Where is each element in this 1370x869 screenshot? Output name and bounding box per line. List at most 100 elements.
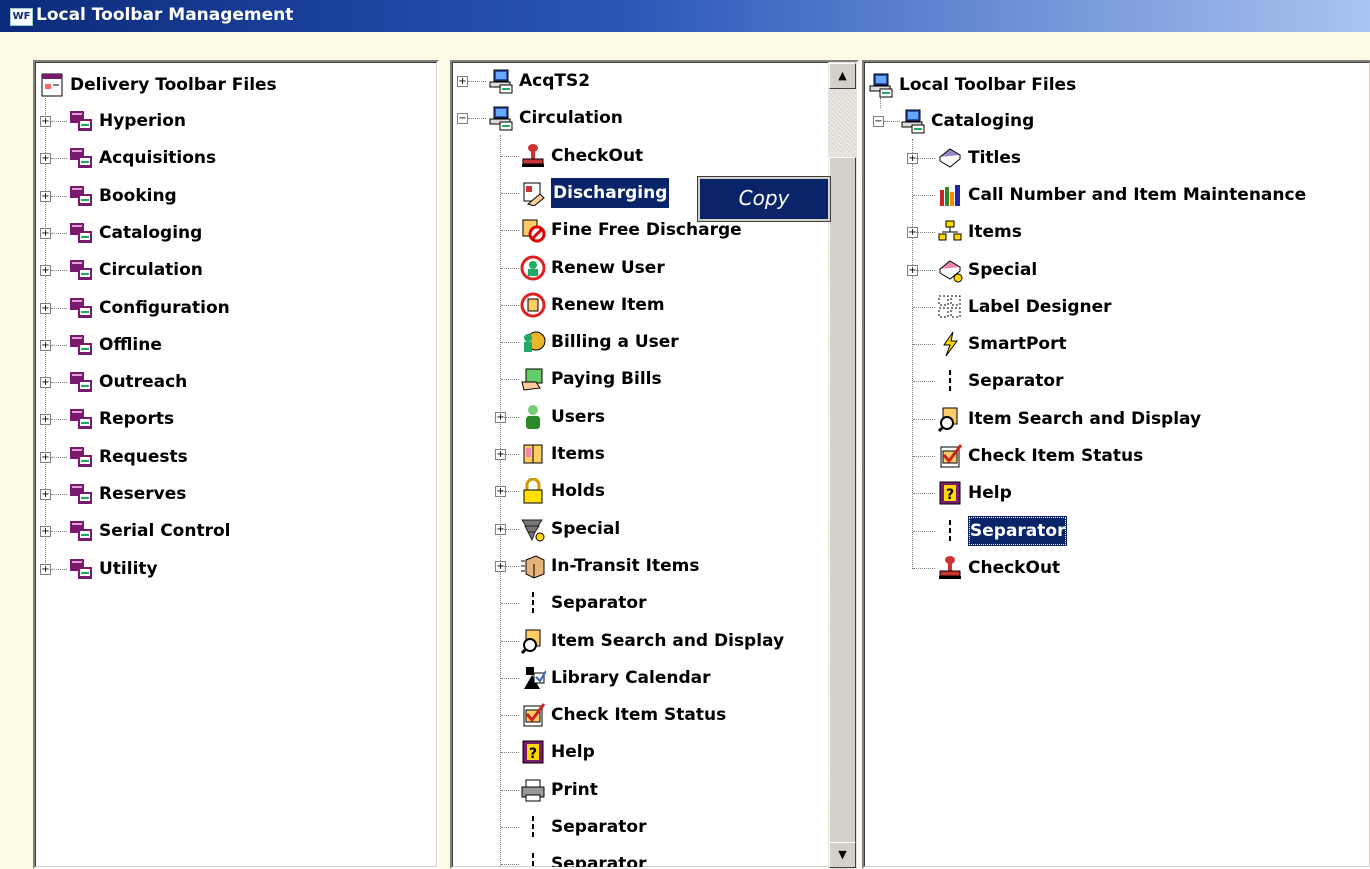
tree-root-delivery[interactable]: Delivery Toolbar Files [35, 68, 437, 102]
tree-item-special[interactable]: + Special [864, 253, 1370, 287]
delivery-root-icon [39, 72, 65, 98]
tree-item-delivery[interactable]: + Hyperion [35, 104, 437, 138]
tree-item-delivery[interactable]: + Offline [35, 328, 437, 362]
tree-item-print[interactable]: Print [452, 773, 857, 807]
toolbar-folder-icon [68, 332, 94, 358]
expand-toggle-icon[interactable]: − [873, 116, 884, 127]
tree-item-label: Cataloging [99, 223, 203, 243]
tree-item-label: Special [551, 519, 621, 539]
tree-item-label: CheckOut [551, 146, 644, 166]
tree-item-library-calendar[interactable]: Library Calendar [452, 661, 857, 695]
tree-item-delivery[interactable]: + Acquisitions [35, 141, 437, 175]
expand-toggle-icon[interactable]: + [40, 414, 51, 425]
local-toolbar-files-panel[interactable]: Local Toolbar Files − Cataloging + Titles Cal… [862, 60, 1370, 869]
tree-connector [51, 158, 67, 159]
tree-item-delivery[interactable]: + Requests [35, 440, 437, 474]
tree-connector [501, 491, 519, 492]
tree-item-check-item-status[interactable]: Check Item Status [452, 698, 857, 732]
scroll-thumb[interactable] [829, 157, 856, 855]
tree-connector [51, 569, 67, 570]
expand-toggle-icon[interactable]: + [457, 76, 468, 87]
toolbar-folder-icon [68, 406, 94, 432]
tree-item-delivery[interactable]: + Serial Control [35, 514, 437, 548]
tree-item-delivery[interactable]: + Cataloging [35, 216, 437, 250]
context-menu-copy[interactable]: Copy [739, 186, 790, 210]
expand-toggle-icon[interactable]: − [457, 113, 468, 124]
tree-item-label: Help [968, 483, 1012, 503]
tree-item-call-number-and-item-maintenance[interactable]: Call Number and Item Maintenance [864, 178, 1370, 212]
tree-item-label: Cataloging [931, 111, 1035, 131]
tree-item-separator[interactable]: Separator [864, 364, 1370, 398]
tree-connector [501, 752, 519, 753]
tree-item-item-search-and-display[interactable]: Item Search and Display [864, 402, 1370, 436]
tree-item-separator[interactable]: Separator [452, 847, 857, 869]
expand-toggle-icon[interactable]: + [40, 153, 51, 164]
tree-item-items[interactable]: + Items [452, 437, 857, 471]
tree-item-label: Call Number and Item Maintenance [968, 185, 1307, 205]
tree-connector [501, 678, 519, 679]
tree-item-users[interactable]: + Users [452, 400, 857, 434]
tree-item-checkout[interactable]: CheckOut [452, 139, 857, 173]
tree-item-renew-item[interactable]: Renew Item [452, 288, 857, 322]
tree-item-separator[interactable]: Separator [452, 810, 857, 844]
tree-connector [51, 233, 67, 234]
tree-item-check-item-status[interactable]: Check Item Status [864, 439, 1370, 473]
expand-toggle-icon[interactable]: + [40, 303, 51, 314]
tree-item-separator[interactable]: Separator [864, 514, 1370, 548]
tree-connector [913, 232, 935, 233]
renew-user-icon [520, 255, 546, 281]
tree-item-delivery[interactable]: + Circulation [35, 253, 437, 287]
tree-connector [501, 529, 519, 530]
tree-item-holds[interactable]: + Holds [452, 474, 857, 508]
middle-scrollbar[interactable]: ▲ ▼ [828, 62, 857, 869]
tree-item-delivery[interactable]: + Utility [35, 552, 437, 586]
tree-connector [501, 230, 519, 231]
scroll-down-button[interactable]: ▼ [829, 842, 856, 868]
context-menu[interactable]: Copy [697, 176, 831, 222]
tree-item-item-search-and-display[interactable]: Item Search and Display [452, 624, 857, 658]
expand-toggle-icon[interactable]: + [40, 489, 51, 500]
tree-item-delivery[interactable]: + Booking [35, 179, 437, 213]
tree-item-titles[interactable]: + Titles [864, 141, 1370, 175]
tree-item-smartport[interactable]: SmartPort [864, 327, 1370, 361]
expand-toggle-icon[interactable]: + [40, 564, 51, 575]
tree-item-billing-a-user[interactable]: Billing a User [452, 325, 857, 359]
smartport-lightning-icon [937, 331, 963, 357]
tree-item-items[interactable]: + Items [864, 215, 1370, 249]
expand-toggle-icon[interactable]: + [40, 191, 51, 202]
tree-connector [501, 417, 519, 418]
tree-item-label: Separator [551, 854, 647, 869]
toolbar-folder-icon [68, 257, 94, 283]
tree-item-separator[interactable]: Separator [452, 586, 857, 620]
delivery-toolbar-files-panel[interactable]: Delivery Toolbar Files + Hyperion + Acquisit… [33, 60, 439, 869]
tree-root-local[interactable]: Local Toolbar Files [864, 68, 1370, 102]
expand-toggle-icon[interactable]: + [40, 116, 51, 127]
tree-item-cataloging[interactable]: − Cataloging [864, 104, 1370, 138]
scroll-up-button[interactable]: ▲ [829, 63, 856, 89]
expand-toggle-icon[interactable]: + [40, 265, 51, 276]
tree-item-circulation[interactable]: − Circulation [452, 101, 857, 135]
tree-item-delivery[interactable]: + Outreach [35, 365, 437, 399]
expand-toggle-icon[interactable]: + [40, 228, 51, 239]
tree-item-label: Holds [551, 481, 606, 501]
tree-item-in-transit-items[interactable]: + In-Transit Items [452, 549, 857, 583]
tree-item-delivery[interactable]: + Reports [35, 402, 437, 436]
toolbar-folder-icon [68, 518, 94, 544]
tree-item-label-designer[interactable]: Label Designer [864, 290, 1370, 324]
tree-item-checkout[interactable]: CheckOut [864, 551, 1370, 585]
tree-item-delivery[interactable]: + Configuration [35, 291, 437, 325]
renew-item-icon [520, 292, 546, 318]
tree-item-acqts2[interactable]: + AcqTS2 [452, 64, 857, 98]
tree-item-label: CheckOut [968, 558, 1061, 578]
expand-toggle-icon[interactable]: + [40, 340, 51, 351]
expand-toggle-icon[interactable]: + [40, 377, 51, 388]
tree-item-renew-user[interactable]: Renew User [452, 251, 857, 285]
expand-toggle-icon[interactable]: + [40, 452, 51, 463]
tree-item-help[interactable]: ? Help [864, 476, 1370, 510]
expand-toggle-icon[interactable]: + [40, 526, 51, 537]
tree-item-special[interactable]: + Special [452, 512, 857, 546]
tree-item-delivery[interactable]: + Reserves [35, 477, 437, 511]
tree-item-paying-bills[interactable]: Paying Bills [452, 362, 857, 396]
tree-item-help[interactable]: ? Help [452, 735, 857, 769]
toolbar-folder-icon [68, 145, 94, 171]
